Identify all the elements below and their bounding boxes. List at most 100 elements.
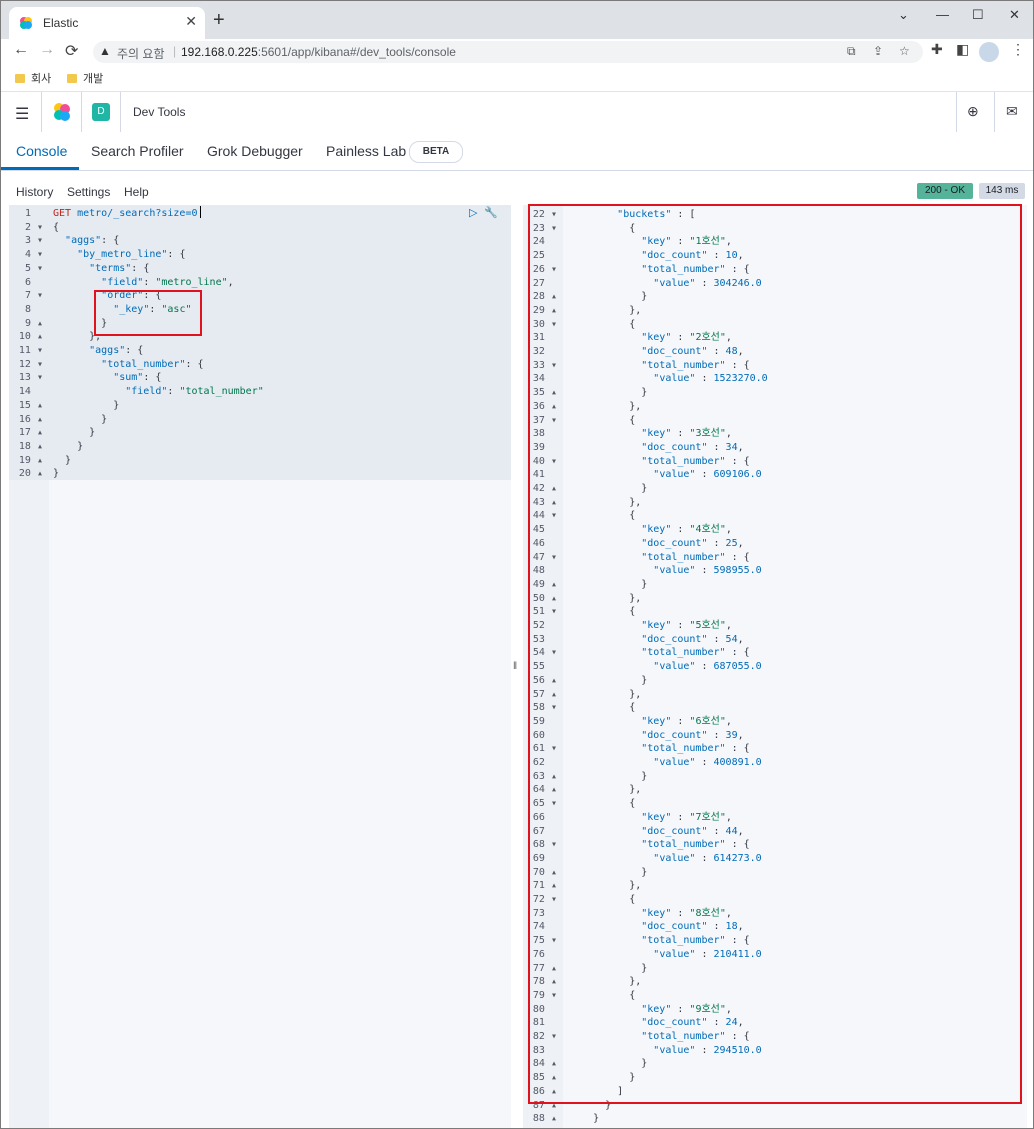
- beta-badge: BETA: [409, 141, 463, 163]
- minimize-icon[interactable]: —: [936, 7, 949, 22]
- elastic-logo-icon[interactable]: [52, 102, 72, 122]
- code-text: "sum": {: [53, 371, 161, 385]
- kibana-header: ☰ D Dev Tools ⊕ ✉: [1, 92, 1033, 133]
- extensions-icon[interactable]: ✚: [931, 41, 943, 58]
- run-request-icon[interactable]: ▷: [469, 206, 477, 219]
- browser-tab[interactable]: Elastic ✕: [9, 7, 205, 39]
- code-token: "sum": [113, 372, 144, 384]
- line-number: 3 ▾: [24, 235, 43, 247]
- request-editor[interactable]: 1 GET metro/_search?size=0 2 ▾ {3 ▾ "aggs"…: [9, 205, 511, 1128]
- header-divider: [120, 92, 121, 132]
- line-number: 2 ▾: [24, 221, 43, 233]
- browser-menu-icon[interactable]: ⋮: [1011, 41, 1025, 58]
- history-link[interactable]: History: [16, 185, 53, 199]
- line-number: 5 ▾: [24, 262, 43, 274]
- code-text: }: [53, 426, 95, 440]
- line-number: 1: [24, 208, 43, 219]
- line-number: 16 ▴: [18, 413, 43, 425]
- code-text: }: [53, 467, 59, 481]
- line-number: 20 ▴: [18, 468, 43, 480]
- url-host: 192.168.0.225: [181, 45, 258, 59]
- warning-icon: ▲: [99, 44, 111, 58]
- pane-resizer[interactable]: ‖: [513, 661, 517, 672]
- code-token: : {: [167, 249, 186, 261]
- forward-icon[interactable]: →: [39, 41, 55, 59]
- line-number: 18 ▴: [18, 440, 43, 452]
- code-text: "field": "metro_line",: [53, 276, 234, 290]
- tab-search-icon[interactable]: ⌄: [898, 7, 909, 23]
- code-token: : {: [101, 235, 120, 247]
- code-text: }: [569, 1112, 599, 1126]
- space-avatar[interactable]: D: [92, 103, 110, 121]
- status-badge: 200 - OK: [917, 183, 973, 199]
- url-text[interactable]: 192.168.0.225:5601/app/kibana#/dev_tools…: [181, 45, 456, 59]
- code-token: }: [53, 413, 108, 425]
- tab-grok-debugger[interactable]: Grok Debugger: [207, 143, 303, 159]
- code-token: "terms": [89, 262, 132, 274]
- translate-icon[interactable]: ⧉: [847, 44, 856, 59]
- tab-console[interactable]: Console: [16, 143, 67, 159]
- profile-avatar[interactable]: [979, 42, 999, 62]
- side-panel-icon[interactable]: ◧: [956, 41, 969, 58]
- omnibox[interactable]: ▲ 주의 요함 | 192.168.0.225:5601/app/kibana#…: [93, 41, 923, 63]
- code-token: :: [167, 386, 180, 398]
- bookmark-folder-company[interactable]: 회사: [15, 70, 51, 86]
- settings-link[interactable]: Settings: [67, 185, 110, 199]
- new-tab-button[interactable]: +: [213, 9, 225, 32]
- code-token: "metro_line": [155, 276, 228, 288]
- order-highlight-box: [94, 290, 202, 336]
- line-number: 10 ▴: [18, 331, 43, 343]
- code-token: "total_number": [101, 358, 186, 370]
- code-token: "aggs": [65, 235, 102, 247]
- address-toolbar: ← → ⟳ ▲ 주의 요함 | 192.168.0.225:5601/app/k…: [1, 39, 1033, 65]
- mail-icon[interactable]: ✉: [1006, 103, 1018, 120]
- tab-painless-lab[interactable]: Painless Lab: [326, 143, 406, 159]
- code-token: }: [53, 399, 120, 411]
- line-number: 17 ▴: [18, 427, 43, 439]
- code-token: }: [53, 454, 72, 466]
- code-text: "aggs": {: [53, 344, 143, 358]
- close-window-icon[interactable]: ✕: [1009, 7, 1020, 23]
- line-number: 88 ▴: [532, 1113, 557, 1125]
- bookmark-folder-dev[interactable]: 개발: [67, 70, 103, 86]
- bookmark-star-icon[interactable]: ☆: [899, 44, 910, 58]
- code-text: }: [53, 440, 83, 454]
- help-icon[interactable]: ⊕: [967, 103, 979, 120]
- reload-icon[interactable]: ⟳: [65, 41, 78, 61]
- code-token: ,: [227, 276, 234, 288]
- line-number: 12 ▾: [18, 358, 43, 370]
- buckets-highlight-box: [528, 204, 1022, 1104]
- line-number: 15 ▴: [18, 399, 43, 411]
- wrench-icon[interactable]: 🔧: [484, 206, 498, 219]
- line-number: 6: [24, 276, 43, 288]
- code-token: "field": [125, 386, 168, 398]
- code-token: : {: [131, 262, 150, 274]
- browser-window: Elastic ✕ + ⌄ — ☐ ✕ ← → ⟳ ▲ 주의 요함 | 192.…: [0, 0, 1034, 1129]
- tab-close-icon[interactable]: ✕: [185, 13, 197, 30]
- menu-hamburger-icon[interactable]: ☰: [15, 104, 29, 124]
- app-title[interactable]: Dev Tools: [133, 105, 185, 119]
- code-token: :: [143, 276, 156, 288]
- back-icon[interactable]: ←: [13, 41, 29, 59]
- help-link[interactable]: Help: [124, 185, 149, 199]
- code-token: GET: [53, 208, 72, 219]
- code-token: {: [53, 221, 60, 233]
- code-token: }: [569, 1113, 600, 1125]
- folder-icon: [67, 74, 77, 83]
- header-divider: [994, 92, 995, 132]
- bookmark-label: 개발: [83, 73, 104, 85]
- maximize-icon[interactable]: ☐: [972, 7, 984, 23]
- share-icon[interactable]: ⇪: [873, 44, 883, 58]
- timing-badge: 143 ms: [979, 183, 1025, 199]
- tab-search-profiler[interactable]: Search Profiler: [91, 143, 184, 159]
- line-number: 9 ▴: [24, 317, 43, 329]
- line-number: 8: [24, 303, 43, 315]
- header-divider: [41, 92, 42, 132]
- code-token: : {: [125, 345, 144, 356]
- line-number: 4 ▾: [24, 249, 43, 261]
